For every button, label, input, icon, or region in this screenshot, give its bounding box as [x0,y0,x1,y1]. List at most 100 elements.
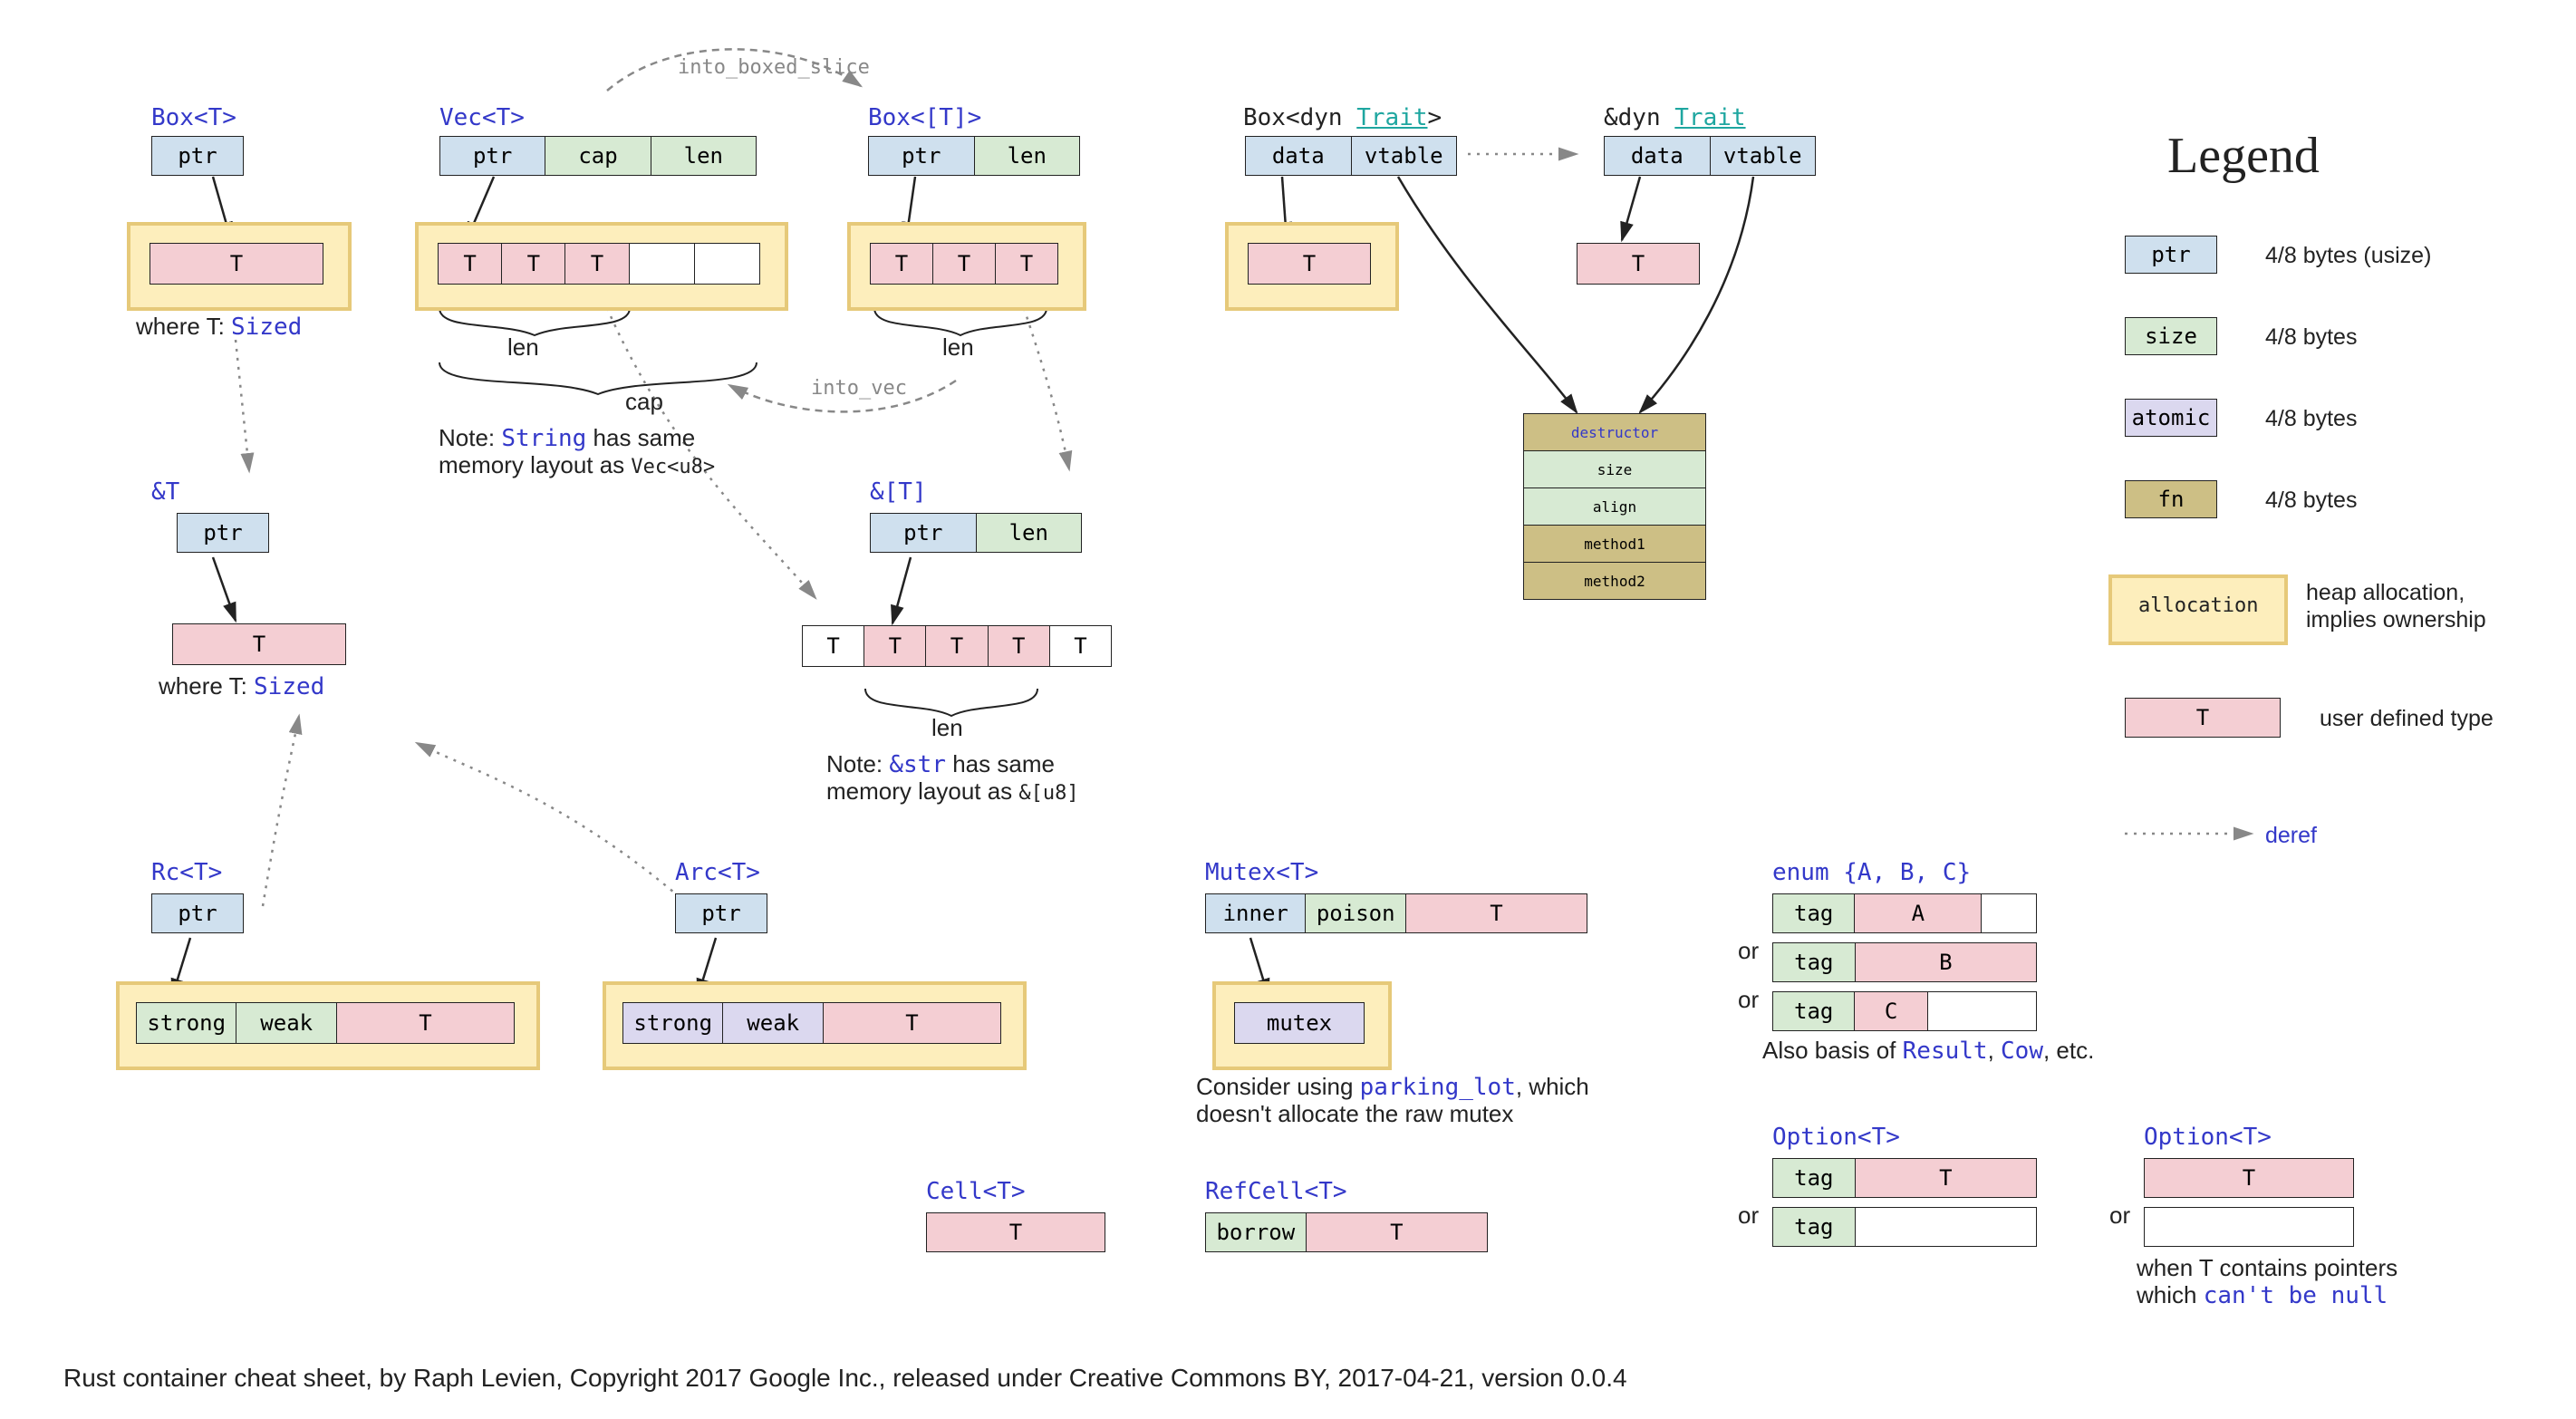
vec-len-brace: len [507,333,539,362]
vec-header: ptr cap len [439,136,757,176]
ref-slice-heap: T T T T T [802,625,1112,667]
label-into-vec: into_vec [811,377,907,400]
ref-slice-cell: T [988,626,1049,666]
ref-slice-cell: T [925,626,987,666]
option1-none: tag [1772,1207,2037,1247]
option1-tag: tag [1773,1208,1855,1246]
vec-note2: memory layout as Vec<u8> [439,451,715,479]
ref-t-where: where T: Sized [159,672,324,700]
vec-cell-t: T [501,244,564,284]
mutex-mutex: mutex [1234,1002,1365,1044]
legend-fn-desc: 4/8 bytes [2265,487,2357,514]
vtable-align: align [1524,487,1705,525]
option1-tag: tag [1773,1159,1855,1197]
enum-or1: or [1738,937,1759,965]
rc-weak: weak [236,1003,335,1043]
option2-or: or [2109,1202,2130,1230]
legend-alloc-label: allocation [2138,594,2258,617]
option1-or: or [1738,1202,1759,1230]
mutex-poison: poison [1305,894,1404,932]
enum-tag: tag [1773,894,1854,932]
mutex-note1: Consider using parking_lot, which [1196,1073,1589,1101]
box-slice-cell: T [932,244,995,284]
ref-t-t: T [172,623,346,665]
title-ref-slice: &[T] [870,478,927,506]
cell-t: T [926,1212,1105,1252]
ref-slice-len-brace: len [931,714,963,742]
legend-t-desc: user defined type [2320,706,2494,732]
ref-slice-cell: T [863,626,925,666]
enum-tag: tag [1773,992,1854,1030]
footer: Rust container cheat sheet, by Raph Levi… [63,1364,1627,1393]
legend-t: T [2125,698,2281,738]
ref-slice-ptr: ptr [871,514,976,552]
box-t-ptr: ptr [151,136,244,176]
vec-heap: T T T [438,243,760,285]
arc-heap: strong weak T [622,1002,1001,1044]
ref-dyn-header: data vtable [1604,136,1816,176]
refcell-row: borrow T [1205,1212,1488,1252]
rc-heap: strong weak T [136,1002,515,1044]
vec-cell-empty [694,244,759,284]
title-arc: Arc<T> [675,859,760,886]
vtable: destructor size align method1 method2 [1523,413,1706,600]
title-cell: Cell<T> [926,1178,1026,1205]
enum-a: tag A [1772,893,2037,933]
vec-cell-empty [629,244,694,284]
legend-ptr: ptr [2125,236,2217,274]
enum-note: Also basis of Result, Cow, etc. [1762,1037,2094,1065]
rc-ptr: ptr [151,893,244,933]
refcell-t: T [1306,1213,1487,1251]
enum-tag: tag [1773,943,1855,981]
vtable-size: size [1524,450,1705,487]
title-option1: Option<T> [1772,1124,1900,1151]
box-dyn-t: T [1248,243,1371,285]
enum-c-val: C [1854,992,1926,1030]
arc-weak: weak [722,1003,822,1043]
enum-pad [1981,894,2036,932]
ref-dyn-t: T [1577,243,1700,285]
legend-title: Legend [2167,127,2320,185]
legend-fn: fn [2125,480,2217,518]
box-slice-heap: T T T [870,243,1058,285]
title-box-t: Box<T> [151,104,236,131]
rc-strong: strong [137,1003,236,1043]
enum-c: tag C [1772,991,2037,1031]
enum-b-val: B [1855,943,2036,981]
mutex-header: inner poison T [1205,893,1587,933]
option1-t: T [1855,1159,2036,1197]
vec-note1: Note: String has same [439,424,695,452]
option2-note1: when T contains pointers [2137,1254,2398,1282]
vec-cell-t: T [564,244,628,284]
box-dyn-header: data vtable [1245,136,1457,176]
vec-cell-t: T [439,244,501,284]
mutex-t: T [1405,894,1587,932]
box-slice-len-brace: len [942,333,974,362]
vec-cap-brace: cap [625,388,663,416]
title-ref-t: &T [151,478,179,506]
mutex-note2: doesn't allocate the raw mutex [1196,1100,1513,1128]
legend-atomic: atomic [2125,399,2217,437]
enum-pad [1927,992,2036,1030]
title-mutex: Mutex<T> [1205,859,1318,886]
rc-t: T [336,1003,514,1043]
ref-slice-cell-out: T [803,626,863,666]
title-enum: enum {A, B, C} [1772,859,1971,886]
legend-deref: deref [2265,823,2317,849]
box-t-where: where T: Sized [136,313,302,341]
vtable-destructor: destructor [1524,414,1705,450]
option1-some: tag T [1772,1158,2037,1198]
legend-size: size [2125,317,2217,355]
option2-none [2144,1207,2354,1247]
enum-or2: or [1738,986,1759,1014]
legend-size-desc: 4/8 bytes [2265,324,2357,351]
box-slice-header: ptr len [868,136,1080,176]
box-slice-ptr: ptr [869,137,974,175]
arc-strong: strong [623,1003,722,1043]
ref-slice-header: ptr len [870,513,1082,553]
box-dyn-vtable: vtable [1351,137,1457,175]
ref-t-ptr: ptr [177,513,269,553]
title-option2: Option<T> [2144,1124,2272,1151]
ref-dyn-data: data [1605,137,1710,175]
arc-t: T [823,1003,1000,1043]
